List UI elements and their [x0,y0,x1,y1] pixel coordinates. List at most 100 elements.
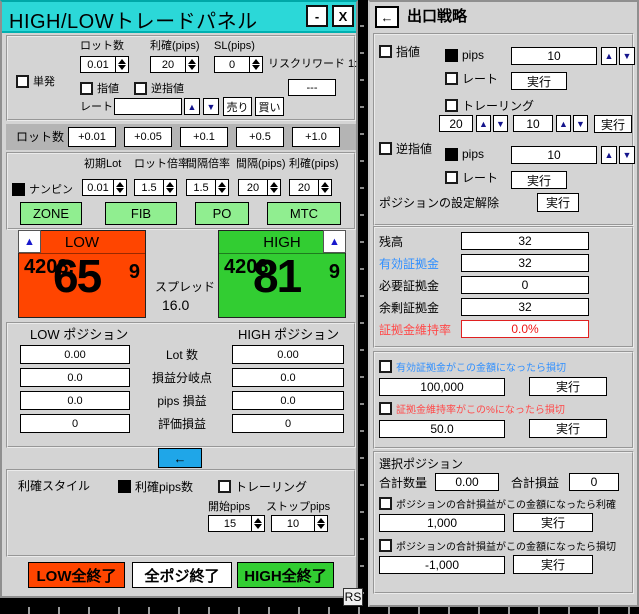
profit-amount-checkbox[interactable] [379,497,392,510]
lot-add-0.5-button[interactable]: +0.5 [236,127,284,147]
exit-limit-rate-option[interactable]: レート [445,70,498,87]
mtc-button[interactable]: MTC [267,202,341,225]
close-all-positions-button[interactable]: 全ポジ終了 [132,562,232,588]
tp-pips-option[interactable]: 利確pips数 [118,478,193,495]
profit-amount-option[interactable]: ポジションの合計損益がこの金額になったら利確 [379,496,616,511]
nanpin-gap-mult-input[interactable]: 1.5 [186,179,216,196]
spin-down-icon[interactable] [317,524,325,529]
exit-limit-pips-option[interactable]: pips [445,48,484,62]
lot-input[interactable]: 0.01 [80,56,116,73]
loss-amount-exec-button[interactable]: 実行 [513,555,593,574]
profit-amount-exec-button[interactable]: 実行 [513,513,593,532]
exit-trailing-checkbox[interactable] [445,99,458,112]
nanpin-spin-buttons[interactable] [114,179,127,196]
spin-up-icon[interactable] [118,59,126,64]
exit-limit-option[interactable]: 指値 [379,43,420,60]
spin-up-icon[interactable] [270,182,278,187]
exit-stop-checkbox[interactable] [379,142,392,155]
margin-cut-checkbox[interactable] [379,402,392,415]
exit-limit-checkbox[interactable] [379,45,392,58]
exit-limit-exec-button[interactable]: 実行 [511,72,567,90]
sell-button[interactable]: 売り [223,97,252,116]
trail-stop-up-button[interactable]: ▲ [556,115,571,132]
nanpin-spin-buttons[interactable] [319,179,332,196]
margin-cut-option[interactable]: 証拠金維持率がこの%になったら損切 [379,401,565,416]
exit-stop-rate-option[interactable]: レート [445,169,498,186]
single-shot-checkbox[interactable] [16,75,29,88]
stop-pips-input[interactable]: 10 [271,515,315,532]
tp-spin-buttons[interactable] [186,56,199,73]
single-shot-option[interactable]: 単発 [16,73,55,89]
stop-order-checkbox[interactable] [134,82,147,95]
trailing-exec-button[interactable]: 実行 [594,115,632,133]
close-all-low-button[interactable]: LOW全終了 [28,562,125,588]
trail-start-input[interactable]: 20 [439,115,473,132]
rate-down-button[interactable]: ▼ [203,98,219,115]
spin-up-icon[interactable] [218,182,226,187]
stop-order-option[interactable]: 逆指値 [134,80,184,96]
spin-up-icon[interactable] [116,182,124,187]
exit-limit-pips-checkbox[interactable] [445,49,458,62]
equity-cut-checkbox[interactable] [379,360,392,373]
spin-down-icon[interactable] [321,188,329,193]
profit-amount-input[interactable]: 1,000 [379,514,505,532]
low-expand-button[interactable]: ▲ [18,230,41,253]
spin-up-icon[interactable] [317,518,325,523]
spin-down-icon[interactable] [188,65,196,70]
nanpin-tp-pips-input[interactable]: 20 [289,179,319,196]
exit-limit-pips-input[interactable]: 10 [511,47,597,65]
lot-add-0.01-button[interactable]: +0.01 [68,127,116,147]
nanpin-initial-lot-input[interactable]: 0.01 [82,179,114,196]
high-quote-panel[interactable]: HIGH ▲ 4208. 81 9 [218,230,346,318]
rate-up-button[interactable]: ▲ [184,98,200,115]
spin-up-icon[interactable] [252,59,260,64]
po-button[interactable]: PO [195,202,249,225]
margin-cut-input[interactable]: 50.0 [379,420,505,438]
lot-add-0.1-button[interactable]: +0.1 [180,127,228,147]
minimize-button[interactable]: - [306,5,328,27]
zone-button[interactable]: ZONE [20,202,82,225]
exit-stop-pips-option[interactable]: pips [445,147,484,161]
rate-input[interactable] [114,98,182,115]
exit-stop-down-button[interactable]: ▼ [619,146,635,164]
nanpin-spin-buttons[interactable] [268,179,281,196]
loss-amount-input[interactable]: -1,000 [379,556,505,574]
clear-position-exec-button[interactable]: 実行 [537,193,579,212]
spin-down-icon[interactable] [218,188,226,193]
exit-back-button[interactable]: ← [375,6,399,28]
nanpin-checkbox[interactable] [12,183,25,196]
start-pips-spin-buttons[interactable] [252,515,265,532]
spin-down-icon[interactable] [116,188,124,193]
loss-amount-checkbox[interactable] [379,539,392,552]
exit-limit-down-button[interactable]: ▼ [619,47,635,65]
spin-down-icon[interactable] [166,188,174,193]
sl-input[interactable]: 0 [214,56,250,73]
close-all-high-button[interactable]: HIGH全終了 [237,562,334,588]
trail-stop-input[interactable]: 10 [513,115,553,132]
exit-trailing-option[interactable]: トレーリング [445,97,534,114]
tp-input[interactable]: 20 [150,56,186,73]
exit-stop-pips-input[interactable]: 10 [511,146,597,164]
exit-limit-rate-checkbox[interactable] [445,72,458,85]
exit-stop-up-button[interactable]: ▲ [601,146,617,164]
spin-up-icon[interactable] [166,182,174,187]
fib-button[interactable]: FIB [105,202,177,225]
nanpin-lot-mult-input[interactable]: 1.5 [134,179,164,196]
equity-cut-option[interactable]: 有効証拠金がこの金額になったら損切 [379,359,566,374]
exit-limit-up-button[interactable]: ▲ [601,47,617,65]
lot-spin-buttons[interactable] [116,56,129,73]
nanpin-spin-buttons[interactable] [164,179,177,196]
sl-spin-buttons[interactable] [250,56,263,73]
low-quote-panel[interactable]: LOW ▲ 4208. 65 9 [18,230,146,318]
spin-down-icon[interactable] [252,65,260,70]
start-pips-input[interactable]: 15 [208,515,252,532]
tp-pips-checkbox[interactable] [118,480,131,493]
trailing-option[interactable]: トレーリング [218,478,307,495]
limit-order-option[interactable]: 指値 [80,80,119,96]
trail-stop-down-button[interactable]: ▼ [573,115,588,132]
limit-order-checkbox[interactable] [80,82,93,95]
spin-down-icon[interactable] [118,65,126,70]
spin-down-icon[interactable] [254,524,262,529]
spin-up-icon[interactable] [254,518,262,523]
exit-stop-exec-button[interactable]: 実行 [511,171,567,189]
